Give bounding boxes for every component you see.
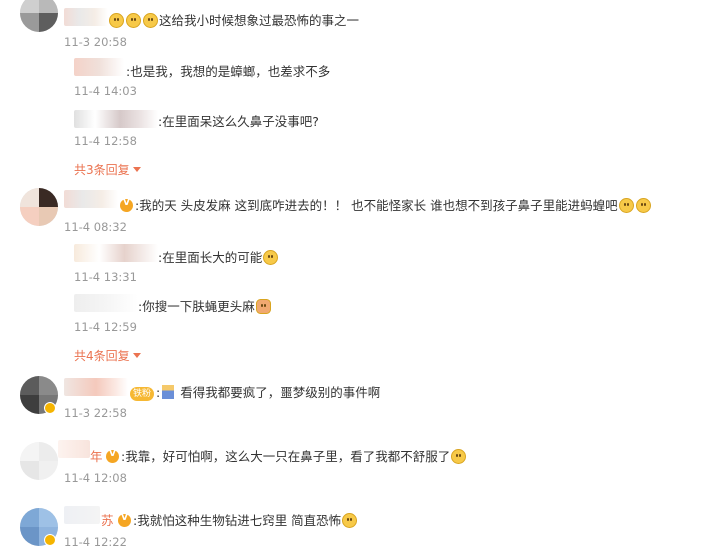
reply-time: 11-4 14:03 — [74, 84, 137, 98]
vip-badge-icon — [106, 449, 119, 463]
reply-text: :也是我，我想的是蟑螂，也差求不多 — [126, 64, 331, 79]
username-blurred[interactable] — [64, 190, 118, 208]
unhappy-emoji-icon — [451, 449, 467, 464]
comment-body: :我的天 头皮发麻 这到底咋进去的！！ 也不能怪家长 谁也想不到孩子鼻子里能进蚂… — [135, 198, 618, 213]
username-blurred[interactable] — [74, 110, 158, 128]
verified-badge-icon — [44, 534, 56, 546]
reply-text: :在里面呆这么久鼻子没事吧? — [158, 114, 319, 129]
comment-text: 这给我小时候想象过最恐怖的事之一 — [108, 10, 359, 29]
username-fragment[interactable]: 苏 — [101, 510, 114, 529]
cat-emoji-icon — [255, 299, 271, 314]
vip-badge-icon — [120, 198, 133, 212]
smile-emoji-icon — [126, 13, 141, 28]
reply-time: 11-4 12:58 — [74, 134, 137, 148]
smile-emoji-icon — [109, 13, 124, 28]
reply-time: 11-4 13:31 — [74, 270, 137, 284]
caret-down-icon — [132, 167, 141, 172]
expand-replies-link[interactable]: 共3条回复 — [74, 161, 141, 178]
username-fragment[interactable]: 年 — [90, 446, 103, 465]
username-blurred[interactable] — [74, 244, 158, 262]
caret-down-icon — [132, 353, 141, 358]
reply-text: :你搜一下肤蝇更头麻 — [138, 296, 272, 315]
avatar[interactable] — [20, 442, 58, 480]
username-blurred[interactable] — [64, 8, 108, 26]
comment-time: 11-3 22:58 — [64, 406, 127, 420]
comment-time: 11-4 08:32 — [64, 220, 127, 234]
smile-emoji-icon — [143, 13, 158, 28]
unhappy-emoji-icon — [342, 513, 358, 528]
comment-text: :我的天 头皮发麻 这到底咋进去的！！ 也不能怪家长 谁也想不到孩子鼻子里能进蚂… — [120, 195, 652, 214]
comment-body: 看得我都要疯了，噩梦级别的事件啊 — [180, 385, 381, 400]
username-blurred[interactable] — [74, 294, 138, 312]
comment-text: :我就怕这种生物钻进七窍里 简直恐怖 — [118, 510, 358, 529]
username-blurred[interactable] — [64, 378, 128, 396]
comment-text: :我靠，好可怕啊，这么大一只在鼻子里，看了我都不舒服了 — [106, 446, 467, 465]
comment-time: 11-4 12:22 — [64, 535, 127, 549]
comment-time: 11-3 20:58 — [64, 35, 127, 49]
pixel-avatar-icon — [162, 385, 175, 399]
comment-text: 铁粉: 看得我都要疯了，噩梦级别的事件啊 — [130, 382, 380, 401]
comment-body: 这给我小时候想象过最恐怖的事之一 — [159, 13, 360, 28]
vip-badge-icon — [118, 513, 131, 527]
avatar[interactable] — [20, 0, 58, 32]
reply-text: :在里面长大的可能 — [158, 247, 279, 266]
verified-badge-icon — [44, 402, 56, 414]
comment-body: :我就怕这种生物钻进七窍里 简直恐怖 — [133, 513, 342, 528]
username-blurred[interactable] — [74, 58, 124, 76]
comment-body: :我靠，好可怕啊，这么大一只在鼻子里，看了我都不舒服了 — [121, 449, 451, 464]
smile-emoji-icon — [618, 198, 634, 213]
username-blurred[interactable] — [58, 440, 90, 458]
comment-time: 11-4 12:08 — [64, 471, 127, 485]
laugh-emoji-icon — [263, 250, 279, 265]
fan-badge: 铁粉 — [130, 387, 155, 401]
avatar[interactable] — [20, 188, 58, 226]
reply-time: 11-4 12:59 — [74, 320, 137, 334]
expand-replies-link[interactable]: 共4条回复 — [74, 347, 141, 364]
smile-emoji-icon — [635, 198, 651, 213]
username-blurred[interactable] — [64, 506, 100, 524]
